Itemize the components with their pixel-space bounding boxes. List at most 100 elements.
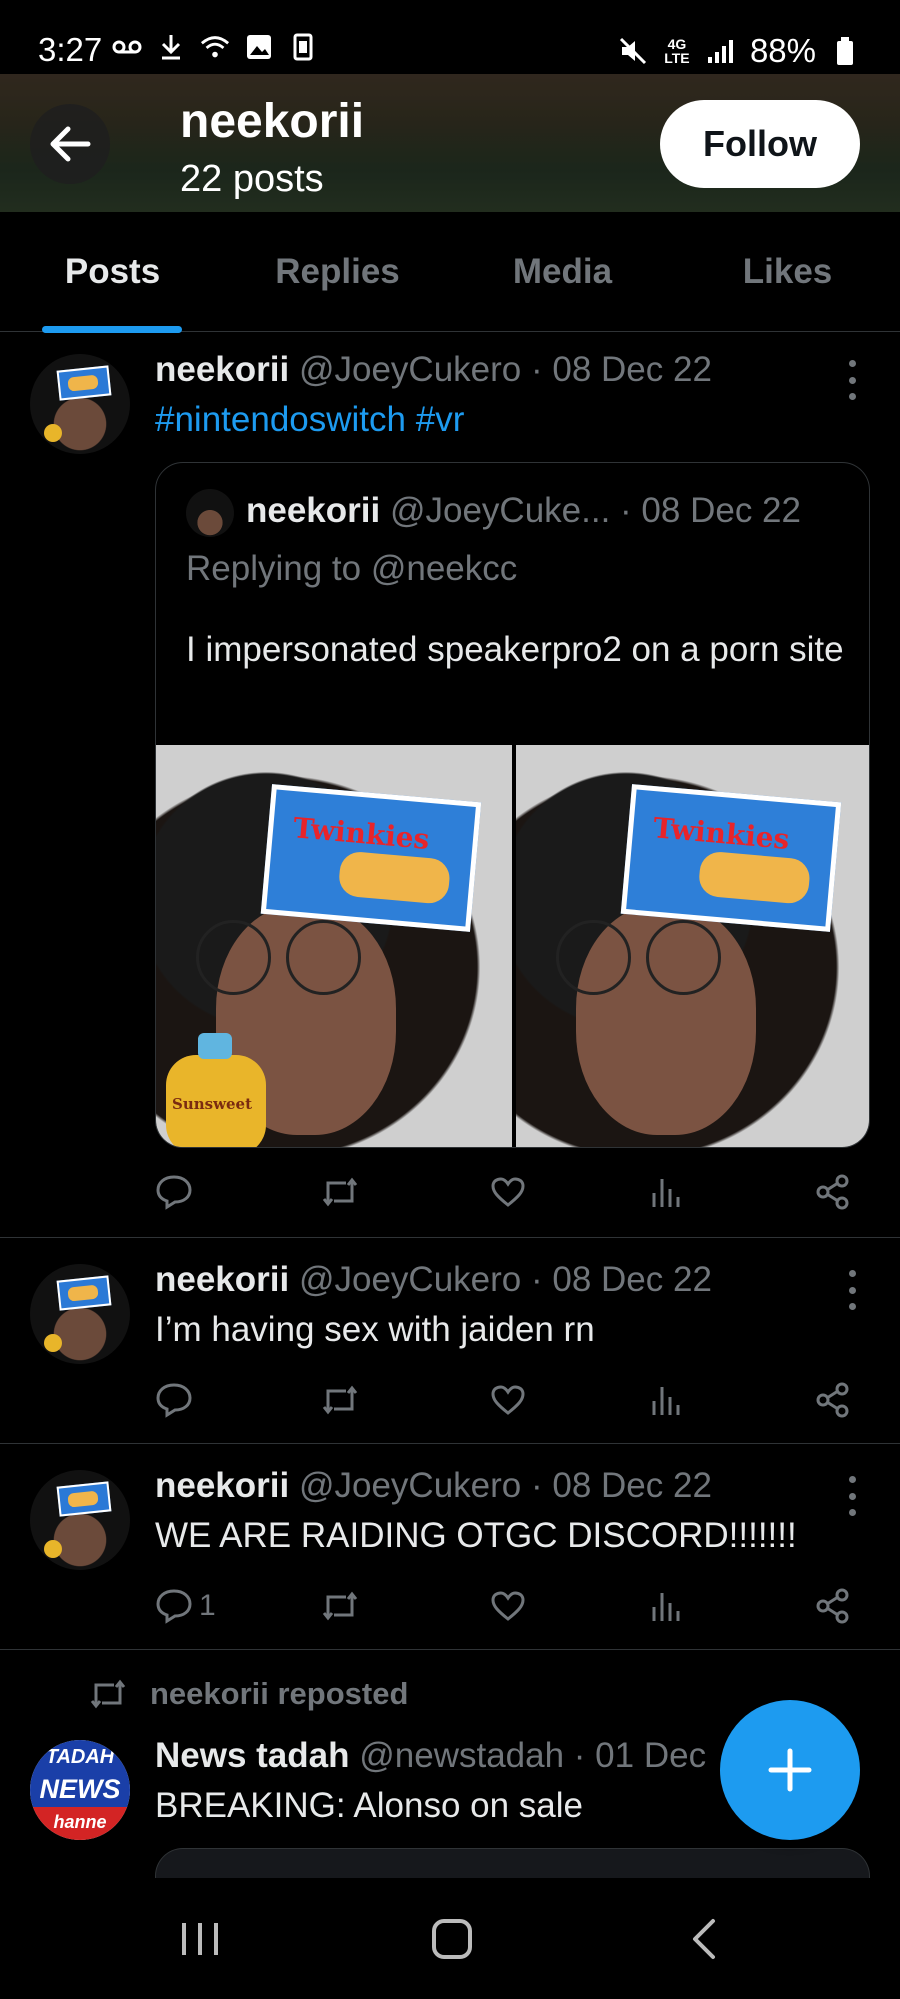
quoted-handle: @JoeyCuke... — [389, 491, 611, 530]
quoted-post[interactable]: neekorii @JoeyCuke... · 08 Dec 22 Replyi… — [155, 462, 870, 1148]
quoted-meta: neekorii @JoeyCuke... · 08 Dec 22 — [246, 491, 801, 531]
post-date: · 08 Dec 22 — [531, 1260, 712, 1299]
chevron-left-icon — [693, 1918, 715, 1959]
gallery-icon — [244, 32, 274, 62]
share-button[interactable] — [815, 1584, 851, 1628]
post-actions: 1 — [155, 1584, 860, 1628]
repost-button[interactable] — [320, 1170, 360, 1214]
follow-button[interactable]: Follow — [660, 100, 860, 188]
like-button[interactable] — [490, 1584, 526, 1628]
repost-icon — [322, 1591, 358, 1621]
share-button[interactable] — [815, 1378, 851, 1422]
tab-posts[interactable]: Posts — [0, 212, 225, 332]
repost-button[interactable] — [320, 1584, 360, 1628]
heart-icon — [491, 1177, 525, 1207]
back-nav-button[interactable] — [634, 1878, 774, 1999]
views-button[interactable] — [650, 1584, 682, 1628]
reply-count: 1 — [199, 1589, 216, 1622]
quoted-media[interactable]: Twinkies Sunsweet Twinkies — [156, 745, 869, 1147]
quoted-text: I impersonated speakerpro2 on a porn sit… — [186, 630, 844, 669]
post-author-name[interactable]: neekorii — [155, 1260, 289, 1299]
status-left-icons — [112, 32, 318, 62]
avatar[interactable] — [30, 1470, 130, 1570]
profile-name: neekorii — [180, 95, 365, 148]
views-button[interactable] — [650, 1170, 682, 1214]
post-item[interactable]: neekorii @JoeyCukero · 08 Dec 22 #ninten… — [0, 332, 900, 1238]
mute-icon — [618, 36, 648, 66]
replying-to: Replying to @neekcc — [186, 549, 518, 588]
avatar[interactable] — [30, 354, 130, 454]
avatar[interactable] — [30, 1264, 130, 1364]
repost-button[interactable] — [320, 1378, 360, 1422]
post-meta: neekorii @JoeyCukero · 08 Dec 22 — [155, 1260, 712, 1300]
post-handle: @JoeyCukero — [298, 1260, 522, 1299]
views-button[interactable] — [650, 1378, 682, 1422]
like-button[interactable] — [490, 1170, 526, 1214]
analytics-icon — [652, 1593, 680, 1621]
post-date: · 08 Dec 22 — [531, 350, 712, 389]
post-date: · 01 Dec — [573, 1736, 707, 1775]
system-nav-bar — [0, 1878, 900, 1999]
share-icon — [816, 1174, 849, 1210]
tab-likes[interactable]: Likes — [675, 212, 900, 332]
compose-button[interactable] — [720, 1700, 860, 1840]
media-image[interactable]: Twinkies — [515, 745, 869, 1147]
post-text: I’m having sex with jaiden rn — [155, 1310, 595, 1349]
post-item[interactable]: neekorii @JoeyCukero · 08 Dec 22 WE ARE … — [0, 1444, 900, 1650]
home-button[interactable] — [382, 1878, 522, 1999]
reply-button[interactable] — [155, 1170, 199, 1214]
media-image[interactable]: Twinkies Sunsweet — [156, 745, 512, 1147]
post-text: #nintendoswitch #vr — [155, 400, 464, 440]
recents-button[interactable] — [130, 1878, 270, 1999]
reply-button[interactable]: 1 — [155, 1584, 216, 1628]
status-time: 3:27 — [38, 31, 103, 68]
reply-button[interactable] — [155, 1378, 199, 1422]
tab-media[interactable]: Media — [450, 212, 675, 332]
like-button[interactable] — [490, 1378, 526, 1422]
post-author-name[interactable]: neekorii — [155, 350, 289, 389]
profile-tabs: Posts Replies Media Likes — [0, 212, 900, 333]
post-meta: neekorii @JoeyCukero · 08 Dec 22 — [155, 350, 712, 390]
post-meta: neekorii @JoeyCukero · 08 Dec 22 — [155, 1466, 712, 1506]
download-icon — [156, 32, 186, 62]
hashtag-link[interactable]: #nintendoswitch — [155, 400, 406, 439]
arrow-left-icon — [50, 126, 91, 162]
post-actions — [155, 1170, 860, 1214]
recents-icon — [182, 1922, 218, 1955]
reply-icon — [156, 1383, 192, 1418]
reply-icon — [156, 1175, 192, 1210]
post-handle: @JoeyCukero — [298, 1466, 522, 1505]
reply-icon — [156, 1589, 192, 1624]
post-date: · 08 Dec 22 — [531, 1466, 712, 1505]
repost-icon — [322, 1177, 358, 1207]
more-options-icon[interactable] — [846, 1270, 858, 1310]
hashtag-link[interactable]: #vr — [416, 400, 465, 439]
post-handle: @newstadah — [359, 1736, 565, 1775]
sim-icon — [288, 32, 318, 62]
analytics-icon — [652, 1387, 680, 1415]
quoted-author-name: neekorii — [246, 491, 381, 530]
analytics-icon — [652, 1179, 680, 1207]
share-button[interactable] — [815, 1170, 851, 1214]
status-right-icons: 4G LTE 88% — [618, 32, 860, 70]
tab-replies[interactable]: Replies — [225, 212, 450, 332]
repost-label: neekorii reposted — [150, 1676, 409, 1711]
avatar[interactable]: TADAH NEWS hanne — [30, 1740, 130, 1840]
post-author-name[interactable]: neekorii — [155, 1466, 289, 1505]
post-text: WE ARE RAIDING OTGC DISCORD!!!!!!! — [155, 1516, 797, 1555]
battery-percent: 88% — [749, 32, 816, 69]
post-count: 22 posts — [180, 158, 324, 200]
more-options-icon[interactable] — [846, 1476, 858, 1516]
post-actions — [155, 1378, 860, 1422]
post-item[interactable]: neekorii @JoeyCukero · 08 Dec 22 I’m hav… — [0, 1238, 900, 1444]
post-handle: @JoeyCukero — [298, 350, 522, 389]
more-options-icon[interactable] — [846, 360, 858, 400]
share-icon — [816, 1588, 849, 1624]
back-button[interactable] — [30, 104, 110, 184]
repost-indicator: neekorii reposted — [88, 1676, 408, 1712]
quoted-date: · 08 Dec 22 — [620, 491, 801, 530]
4g-lte-icon: 4G LTE — [664, 36, 690, 66]
post-meta: News tadah @newstadah · 01 Dec — [155, 1736, 706, 1776]
repost-icon — [90, 1679, 126, 1709]
post-author-name[interactable]: News tadah — [155, 1736, 350, 1775]
